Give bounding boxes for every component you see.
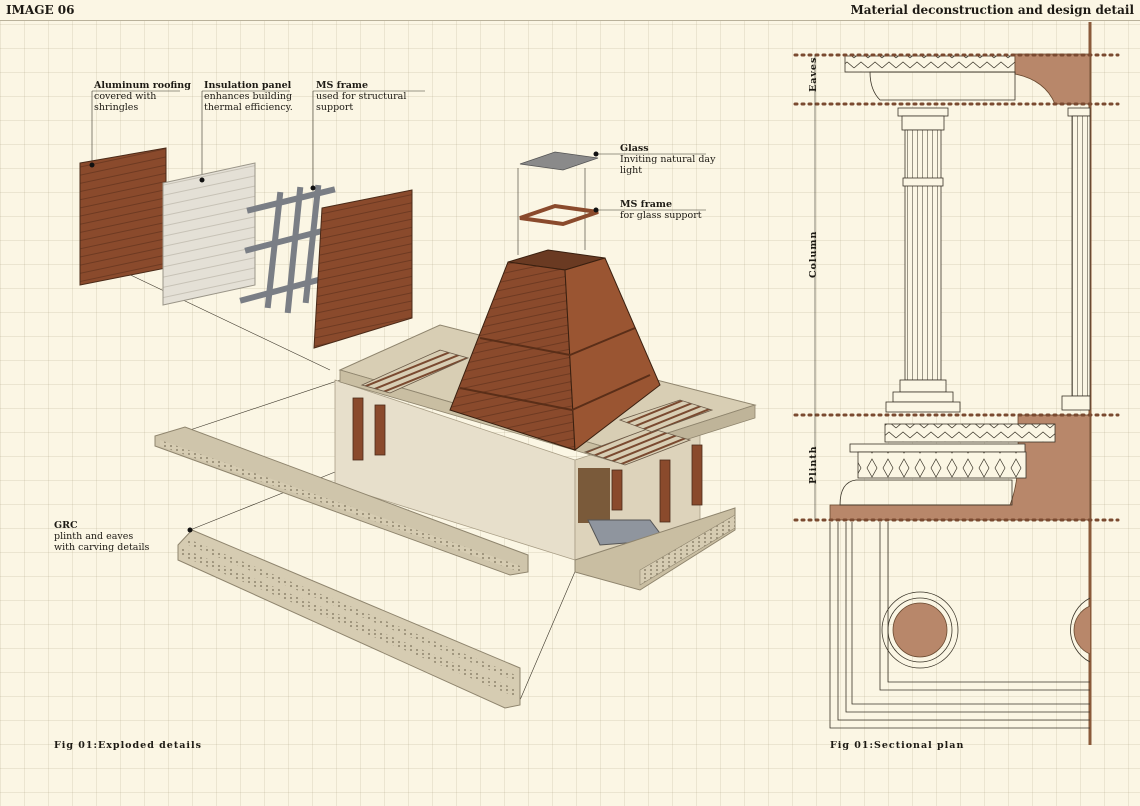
label-aluminum-roofing: Aluminum roofing covered with shringles: [94, 80, 191, 113]
column-section: [885, 107, 1091, 413]
zone-label-column: Column: [808, 230, 819, 278]
caption-exploded-details: Fig 01:Exploded details: [54, 740, 202, 751]
label-glass-ms-frame: MS frame for glass support: [620, 199, 702, 221]
zone-label-plinth: Plinth: [808, 445, 819, 484]
zone-label-eaves: Eaves: [808, 56, 819, 92]
sectional-detail-drawing: [793, 22, 1120, 745]
plan-section: [829, 522, 1091, 729]
eaves-section: [844, 53, 1091, 105]
label-grc: GRC plinth and eaves with carving detail…: [54, 520, 150, 553]
label-insulation-panel: Insulation panel enhances building therm…: [204, 80, 293, 113]
caption-sectional-plan: Fig 01:Sectional plan: [830, 740, 965, 751]
label-glass: Glass Inviting natural day light: [620, 143, 716, 176]
label-ms-frame: MS frame used for structural support: [316, 80, 407, 113]
plinth-section: [829, 414, 1091, 521]
